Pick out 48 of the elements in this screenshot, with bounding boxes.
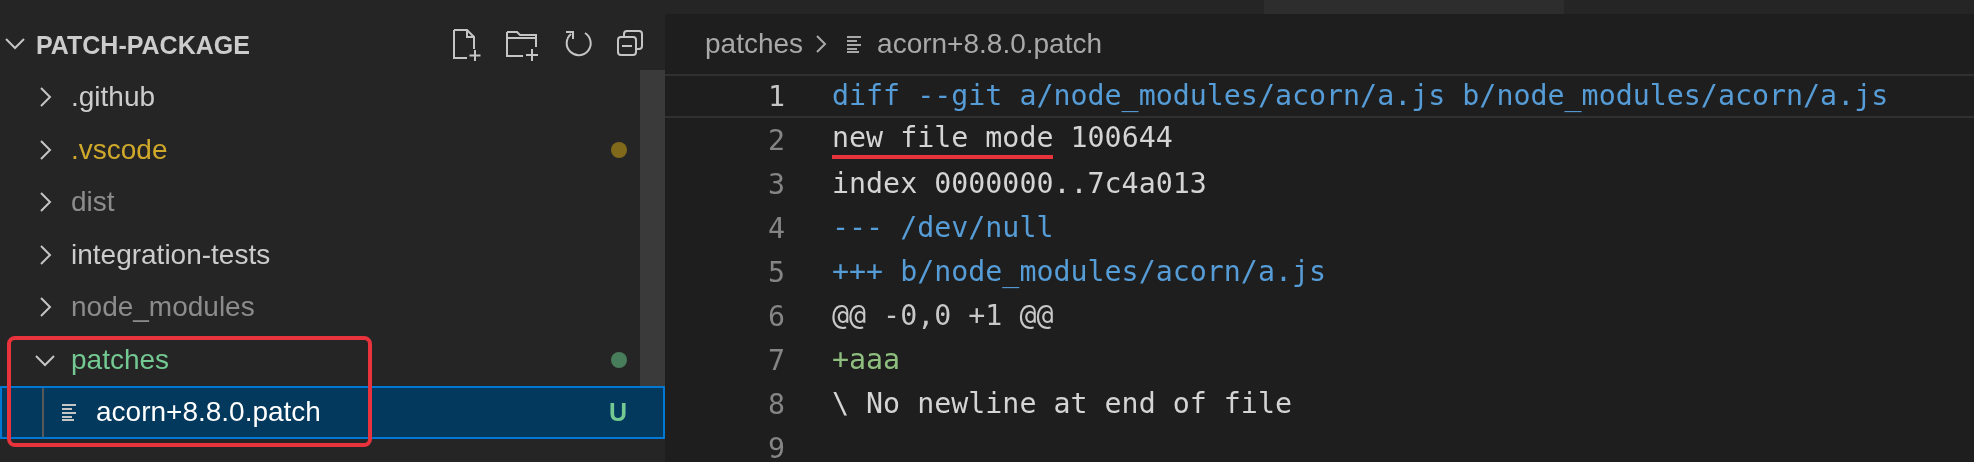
line-number: 3 (766, 167, 785, 201)
item-label: patches (71, 343, 170, 376)
folder-item[interactable]: .vscode (0, 123, 665, 176)
chevron-right-icon (38, 138, 52, 161)
item-label: acorn+8.8.0.patch (96, 396, 321, 429)
chevron-right-icon (815, 34, 828, 54)
code-line: @@ -0,0 +1 @@ (832, 299, 1054, 333)
item-label: integration-tests (71, 238, 271, 271)
status-letter: U (608, 397, 627, 427)
line-number: 1 (766, 79, 785, 113)
folder-item[interactable]: .github (0, 71, 665, 124)
chevron-down-icon (34, 352, 56, 367)
line-number: 9 (766, 431, 785, 462)
chevron-right-icon (38, 296, 52, 319)
item-label: .github (71, 81, 156, 114)
code-line: new file mode 100644 (832, 121, 1173, 159)
chevron-down-icon (4, 36, 26, 50)
breadcrumb-item[interactable]: patches (705, 28, 804, 60)
chevron-right-icon (38, 191, 52, 214)
item-label: .vscode (71, 133, 168, 166)
line-number: 8 (766, 387, 785, 421)
scrollbar[interactable] (640, 70, 665, 388)
folder-item[interactable]: integration-tests (0, 228, 665, 281)
line-number: 6 (766, 299, 785, 333)
breadcrumb-item[interactable]: acorn+8.8.0.patch (877, 28, 1103, 60)
chevron-right-icon (38, 243, 52, 266)
line-number: 2 (766, 123, 785, 157)
code-line: diff --git a/node_modules/acorn/a.js b/node_modules/acorn/a.js (832, 79, 1889, 113)
folder-item[interactable]: patches (0, 333, 665, 386)
code-line: +aaa (832, 343, 901, 377)
explorer-title[interactable]: PATCH-PACKAGE (36, 30, 250, 60)
new-folder-icon[interactable] (505, 28, 541, 62)
new-file-icon[interactable] (451, 28, 483, 62)
line-number: 7 (766, 343, 785, 377)
code-line: +++ b/node_modules/acorn/a.js (832, 255, 1327, 289)
file-item[interactable]: acorn+8.8.0.patch U (0, 386, 665, 439)
chevron-right-icon (38, 86, 52, 109)
code-line: index 0000000..7c4a013 (832, 167, 1207, 201)
refresh-icon[interactable] (563, 28, 593, 58)
code-line: --- /dev/null (832, 211, 1054, 245)
line-number: 5 (766, 255, 785, 289)
code-line: \ No newline at end of file (832, 387, 1292, 421)
item-label: dist (71, 186, 115, 219)
collapse-all-icon[interactable] (615, 28, 645, 58)
item-label: node_modules (71, 291, 255, 324)
folder-item[interactable]: dist (0, 176, 665, 229)
line-number: 4 (766, 211, 785, 245)
folder-item[interactable]: node_modules (0, 281, 665, 334)
